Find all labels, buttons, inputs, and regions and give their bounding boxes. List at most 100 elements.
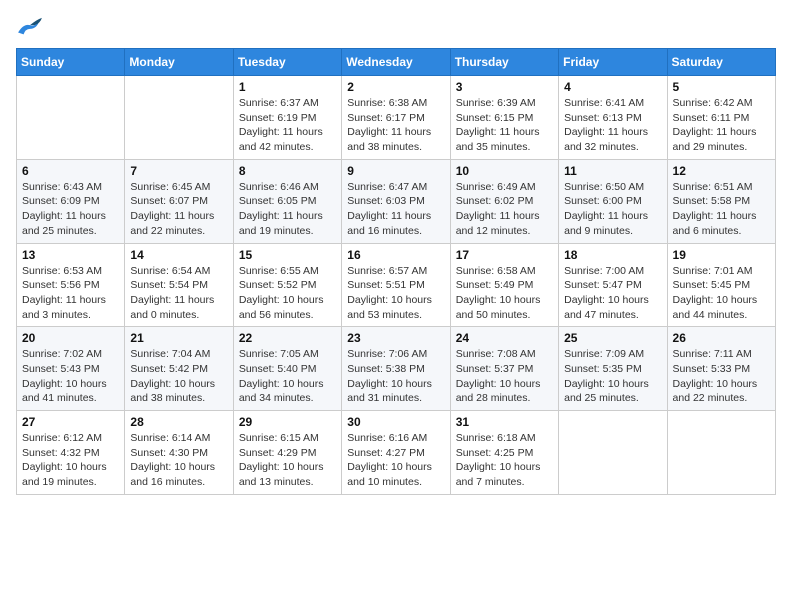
day-number: 4 (564, 80, 661, 94)
calendar-cell: 28 Sunrise: 6:14 AMSunset: 4:30 PMDayligh… (125, 411, 233, 495)
day-number: 11 (564, 164, 661, 178)
day-number: 6 (22, 164, 119, 178)
calendar-cell: 15 Sunrise: 6:55 AMSunset: 5:52 PMDayligh… (233, 243, 341, 327)
day-info: Sunrise: 6:57 AMSunset: 5:51 PMDaylight:… (347, 264, 444, 323)
day-info: Sunrise: 7:06 AMSunset: 5:38 PMDaylight:… (347, 347, 444, 406)
day-number: 25 (564, 331, 661, 345)
day-number: 15 (239, 248, 336, 262)
day-info: Sunrise: 7:04 AMSunset: 5:42 PMDaylight:… (130, 347, 227, 406)
day-info: Sunrise: 6:39 AMSunset: 6:15 PMDaylight:… (456, 96, 553, 155)
day-number: 23 (347, 331, 444, 345)
day-info: Sunrise: 6:49 AMSunset: 6:02 PMDaylight:… (456, 180, 553, 239)
calendar-cell: 6 Sunrise: 6:43 AMSunset: 6:09 PMDaylight… (17, 159, 125, 243)
day-number: 26 (673, 331, 770, 345)
day-number: 18 (564, 248, 661, 262)
day-info: Sunrise: 6:42 AMSunset: 6:11 PMDaylight:… (673, 96, 770, 155)
calendar-cell: 10 Sunrise: 6:49 AMSunset: 6:02 PMDayligh… (450, 159, 558, 243)
calendar-week-row: 20 Sunrise: 7:02 AMSunset: 5:43 PMDayligh… (17, 327, 776, 411)
day-header-monday: Monday (125, 49, 233, 76)
day-info: Sunrise: 6:55 AMSunset: 5:52 PMDaylight:… (239, 264, 336, 323)
day-number: 28 (130, 415, 227, 429)
day-info: Sunrise: 6:45 AMSunset: 6:07 PMDaylight:… (130, 180, 227, 239)
calendar-cell: 7 Sunrise: 6:45 AMSunset: 6:07 PMDaylight… (125, 159, 233, 243)
calendar-cell: 29 Sunrise: 6:15 AMSunset: 4:29 PMDayligh… (233, 411, 341, 495)
day-info: Sunrise: 6:37 AMSunset: 6:19 PMDaylight:… (239, 96, 336, 155)
day-number: 13 (22, 248, 119, 262)
day-number: 5 (673, 80, 770, 94)
calendar-cell: 30 Sunrise: 6:16 AMSunset: 4:27 PMDayligh… (342, 411, 450, 495)
calendar-cell: 1 Sunrise: 6:37 AMSunset: 6:19 PMDaylight… (233, 76, 341, 160)
day-header-tuesday: Tuesday (233, 49, 341, 76)
day-number: 3 (456, 80, 553, 94)
day-number: 14 (130, 248, 227, 262)
calendar-cell: 23 Sunrise: 7:06 AMSunset: 5:38 PMDayligh… (342, 327, 450, 411)
day-info: Sunrise: 6:38 AMSunset: 6:17 PMDaylight:… (347, 96, 444, 155)
calendar-header-row: SundayMondayTuesdayWednesdayThursdayFrid… (17, 49, 776, 76)
day-number: 29 (239, 415, 336, 429)
day-number: 10 (456, 164, 553, 178)
day-number: 21 (130, 331, 227, 345)
day-number: 1 (239, 80, 336, 94)
day-info: Sunrise: 7:01 AMSunset: 5:45 PMDaylight:… (673, 264, 770, 323)
calendar-cell: 8 Sunrise: 6:46 AMSunset: 6:05 PMDaylight… (233, 159, 341, 243)
calendar-cell (667, 411, 775, 495)
logo (16, 16, 48, 38)
day-number: 9 (347, 164, 444, 178)
day-number: 31 (456, 415, 553, 429)
calendar-table: SundayMondayTuesdayWednesdayThursdayFrid… (16, 48, 776, 495)
day-info: Sunrise: 6:14 AMSunset: 4:30 PMDaylight:… (130, 431, 227, 490)
day-number: 22 (239, 331, 336, 345)
page-header (16, 16, 776, 38)
day-header-thursday: Thursday (450, 49, 558, 76)
day-number: 24 (456, 331, 553, 345)
day-info: Sunrise: 6:12 AMSunset: 4:32 PMDaylight:… (22, 431, 119, 490)
day-number: 2 (347, 80, 444, 94)
day-number: 12 (673, 164, 770, 178)
calendar-cell (17, 76, 125, 160)
day-number: 19 (673, 248, 770, 262)
calendar-cell: 17 Sunrise: 6:58 AMSunset: 5:49 PMDayligh… (450, 243, 558, 327)
calendar-cell: 3 Sunrise: 6:39 AMSunset: 6:15 PMDaylight… (450, 76, 558, 160)
calendar-cell (559, 411, 667, 495)
day-info: Sunrise: 7:05 AMSunset: 5:40 PMDaylight:… (239, 347, 336, 406)
day-info: Sunrise: 6:47 AMSunset: 6:03 PMDaylight:… (347, 180, 444, 239)
calendar-cell: 19 Sunrise: 7:01 AMSunset: 5:45 PMDayligh… (667, 243, 775, 327)
day-info: Sunrise: 7:09 AMSunset: 5:35 PMDaylight:… (564, 347, 661, 406)
calendar-cell: 18Sunrise: 7:00 AMSunset: 5:47 PMDayligh… (559, 243, 667, 327)
day-number: 27 (22, 415, 119, 429)
day-info: Sunrise: 6:46 AMSunset: 6:05 PMDaylight:… (239, 180, 336, 239)
calendar-cell: 14 Sunrise: 6:54 AMSunset: 5:54 PMDayligh… (125, 243, 233, 327)
day-number: 30 (347, 415, 444, 429)
day-info: Sunrise: 7:02 AMSunset: 5:43 PMDaylight:… (22, 347, 119, 406)
day-info: Sunrise: 6:18 AMSunset: 4:25 PMDaylight:… (456, 431, 553, 490)
day-number: 8 (239, 164, 336, 178)
calendar-cell: 5 Sunrise: 6:42 AMSunset: 6:11 PMDaylight… (667, 76, 775, 160)
calendar-cell: 31 Sunrise: 6:18 AMSunset: 4:25 PMDayligh… (450, 411, 558, 495)
calendar-cell: 16Sunrise: 6:57 AMSunset: 5:51 PMDayligh… (342, 243, 450, 327)
calendar-cell: 2 Sunrise: 6:38 AMSunset: 6:17 PMDaylight… (342, 76, 450, 160)
day-number: 17 (456, 248, 553, 262)
calendar-cell (125, 76, 233, 160)
calendar-cell: 20 Sunrise: 7:02 AMSunset: 5:43 PMDayligh… (17, 327, 125, 411)
day-info: Sunrise: 6:58 AMSunset: 5:49 PMDaylight:… (456, 264, 553, 323)
day-info: Sunrise: 7:11 AMSunset: 5:33 PMDaylight:… (673, 347, 770, 406)
day-info: Sunrise: 6:15 AMSunset: 4:29 PMDaylight:… (239, 431, 336, 490)
day-number: 7 (130, 164, 227, 178)
calendar-cell: 12 Sunrise: 6:51 AMSunset: 5:58 PMDayligh… (667, 159, 775, 243)
calendar-cell: 13 Sunrise: 6:53 AMSunset: 5:56 PMDayligh… (17, 243, 125, 327)
calendar-cell: 27 Sunrise: 6:12 AMSunset: 4:32 PMDayligh… (17, 411, 125, 495)
day-info: Sunrise: 6:16 AMSunset: 4:27 PMDaylight:… (347, 431, 444, 490)
calendar-week-row: 27 Sunrise: 6:12 AMSunset: 4:32 PMDayligh… (17, 411, 776, 495)
calendar-cell: 26 Sunrise: 7:11 AMSunset: 5:33 PMDayligh… (667, 327, 775, 411)
day-number: 20 (22, 331, 119, 345)
day-info: Sunrise: 6:54 AMSunset: 5:54 PMDaylight:… (130, 264, 227, 323)
day-info: Sunrise: 6:43 AMSunset: 6:09 PMDaylight:… (22, 180, 119, 239)
calendar-cell: 9 Sunrise: 6:47 AMSunset: 6:03 PMDaylight… (342, 159, 450, 243)
day-info: Sunrise: 6:51 AMSunset: 5:58 PMDaylight:… (673, 180, 770, 239)
day-header-sunday: Sunday (17, 49, 125, 76)
calendar-cell: 24Sunrise: 7:08 AMSunset: 5:37 PMDayligh… (450, 327, 558, 411)
calendar-week-row: 13 Sunrise: 6:53 AMSunset: 5:56 PMDayligh… (17, 243, 776, 327)
calendar-cell: 4Sunrise: 6:41 AMSunset: 6:13 PMDaylight… (559, 76, 667, 160)
day-header-wednesday: Wednesday (342, 49, 450, 76)
day-info: Sunrise: 6:53 AMSunset: 5:56 PMDaylight:… (22, 264, 119, 323)
